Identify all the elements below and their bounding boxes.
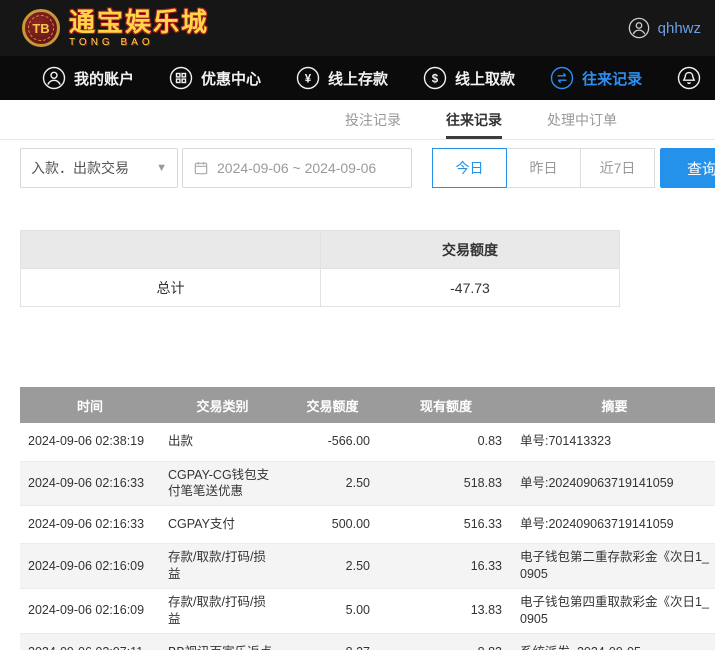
nav-label: 线上取款	[455, 70, 516, 88]
cell-amount: -566.00	[285, 423, 380, 462]
logo-title: 通宝娱乐城	[69, 6, 210, 37]
date-range-value: 2024-09-06 ~ 2024-09-06	[217, 160, 377, 176]
nav-promotions[interactable]: 优惠中心	[169, 66, 261, 90]
summary-header-amount: 交易额度	[320, 230, 620, 269]
filter-bar: 入款．出款交易 ▼ 2024-09-06 ~ 2024-09-06 今日 昨日 …	[20, 148, 715, 188]
cell-amount: 500.00	[285, 505, 380, 545]
summary-header-empty-cell	[20, 230, 321, 269]
nav-label: 我的账户	[74, 70, 135, 88]
nav-my-account[interactable]: 我的账户	[42, 66, 134, 90]
cell-balance: 16.33	[380, 543, 512, 589]
yesterday-button[interactable]: 昨日	[506, 148, 581, 188]
nav-transaction-records[interactable]: 往来记录	[550, 66, 642, 90]
transaction-type-value: 入款．出款交易	[31, 160, 129, 176]
cell-type: 存款/取款/打码/损益	[160, 543, 285, 589]
transaction-type-select[interactable]: 入款．出款交易 ▼	[20, 148, 178, 188]
main-nav: 我的账户 优惠中心 ¥ 线上存款 $ 线上取款 往来记录	[0, 56, 715, 100]
today-button[interactable]: 今日	[432, 148, 507, 188]
records-table: 时间 交易类别 交易额度 现有额度 摘要 2024-09-06 02:38:19…	[20, 387, 715, 650]
last-7-days-button[interactable]: 近7日	[580, 148, 655, 188]
cell-type: CGPAY-CG钱包支付笔笔送优惠	[160, 461, 285, 507]
svg-text:¥: ¥	[305, 73, 312, 85]
cell-amount: 2.50	[285, 461, 380, 507]
cell-balance: 516.33	[380, 505, 512, 545]
cell-amount: 2.50	[285, 543, 380, 589]
site-logo[interactable]: TB 通宝娱乐城 TONG BAO	[22, 9, 209, 48]
logo-subtitle: TONG BAO	[69, 36, 154, 48]
cell-summary: 单号:202409063719141059	[512, 461, 715, 507]
nav-online-withdraw[interactable]: $ 线上取款	[423, 66, 515, 90]
cell-time: 2024-09-06 02:16:09	[20, 588, 160, 634]
table-row: 2024-09-06 02:38:19 出款 -566.00 0.83 单号:7…	[20, 423, 715, 462]
nav-announcements[interactable]	[677, 66, 709, 90]
summary-total-value: -47.73	[320, 268, 620, 307]
col-amount: 交易额度	[285, 387, 380, 423]
coin-logo-icon: TB	[22, 9, 60, 47]
table-row: 2024-09-06 02:16:09 存款/取款/打码/损益 2.50 16.…	[20, 543, 715, 589]
tab-pending-orders[interactable]: 处理中订单	[547, 100, 617, 139]
svg-text:$: $	[432, 73, 439, 85]
cell-amount: 5.00	[285, 588, 380, 634]
nav-label: 往来记录	[582, 70, 643, 88]
cell-type: BB视讯百家乐返点	[160, 633, 285, 650]
cell-type: CGPAY支付	[160, 505, 285, 545]
records-icon	[550, 66, 574, 90]
logo-text: 通宝娱乐城 TONG BAO	[69, 9, 209, 48]
cell-amount: 8.27	[285, 633, 380, 650]
nav-label: 优惠中心	[201, 70, 262, 88]
cell-time: 2024-09-06 02:07:11	[20, 633, 160, 650]
records-tabbar: 投注记录 往来记录 处理中订单	[0, 100, 715, 140]
user-account[interactable]: qhhwz	[628, 17, 701, 39]
summary-header-row: 交易额度	[20, 230, 620, 269]
cell-summary: 电子钱包第四重取款彩金《次日1_0905	[512, 588, 715, 634]
user-icon	[42, 66, 66, 90]
cell-time: 2024-09-06 02:16:09	[20, 543, 160, 589]
cell-summary: 系统派发_2024-09-05	[512, 633, 715, 650]
date-range-input[interactable]: 2024-09-06 ~ 2024-09-06	[182, 148, 412, 188]
tab-betting-records[interactable]: 投注记录	[345, 100, 401, 139]
cell-summary: 单号:701413323	[512, 423, 715, 462]
col-summary: 摘要	[512, 387, 715, 423]
tab-transaction-records[interactable]: 往来记录	[446, 100, 502, 139]
cell-balance: 0.83	[380, 423, 512, 462]
cell-summary: 电子钱包第二重存款彩金《次日1_0905	[512, 543, 715, 589]
cell-type: 出款	[160, 423, 285, 462]
summary-total-row: 总计 -47.73	[20, 268, 620, 307]
user-avatar-icon	[628, 17, 650, 39]
col-type: 交易类别	[160, 387, 285, 423]
table-row: 2024-09-06 02:16:33 CGPAY支付 500.00 516.3…	[20, 505, 715, 545]
cell-balance: 13.83	[380, 588, 512, 634]
records-header-row: 时间 交易类别 交易额度 现有额度 摘要	[20, 387, 715, 423]
search-button[interactable]: 查询	[660, 148, 715, 188]
withdraw-icon: $	[423, 66, 447, 90]
col-balance: 现有额度	[380, 387, 512, 423]
calendar-icon	[193, 160, 209, 176]
nav-label: 线上存款	[328, 70, 389, 88]
cell-summary: 单号:202409063719141059	[512, 505, 715, 545]
cell-type: 存款/取款/打码/损益	[160, 588, 285, 634]
nav-online-deposit[interactable]: ¥ 线上存款	[296, 66, 388, 90]
summary-table: 交易额度 总计 -47.73	[20, 230, 620, 307]
cell-balance: 8.83	[380, 633, 512, 650]
table-row: 2024-09-06 02:16:33 CGPAY-CG钱包支付笔笔送优惠 2.…	[20, 461, 715, 507]
bell-icon	[677, 66, 701, 90]
cell-time: 2024-09-06 02:16:33	[20, 461, 160, 507]
cell-time: 2024-09-06 02:16:33	[20, 505, 160, 545]
col-time: 时间	[20, 387, 160, 423]
cell-balance: 518.83	[380, 461, 512, 507]
topbar: TB 通宝娱乐城 TONG BAO qhhwz	[0, 0, 715, 56]
summary-total-label: 总计	[20, 268, 321, 307]
chevron-down-icon: ▼	[156, 162, 167, 174]
table-row: 2024-09-06 02:07:11 BB视讯百家乐返点 8.27 8.83 …	[20, 633, 715, 650]
username: qhhwz	[657, 19, 701, 37]
cell-time: 2024-09-06 02:38:19	[20, 423, 160, 462]
deposit-icon: ¥	[296, 66, 320, 90]
table-row: 2024-09-06 02:16:09 存款/取款/打码/损益 5.00 13.…	[20, 588, 715, 634]
promo-icon	[169, 66, 193, 90]
